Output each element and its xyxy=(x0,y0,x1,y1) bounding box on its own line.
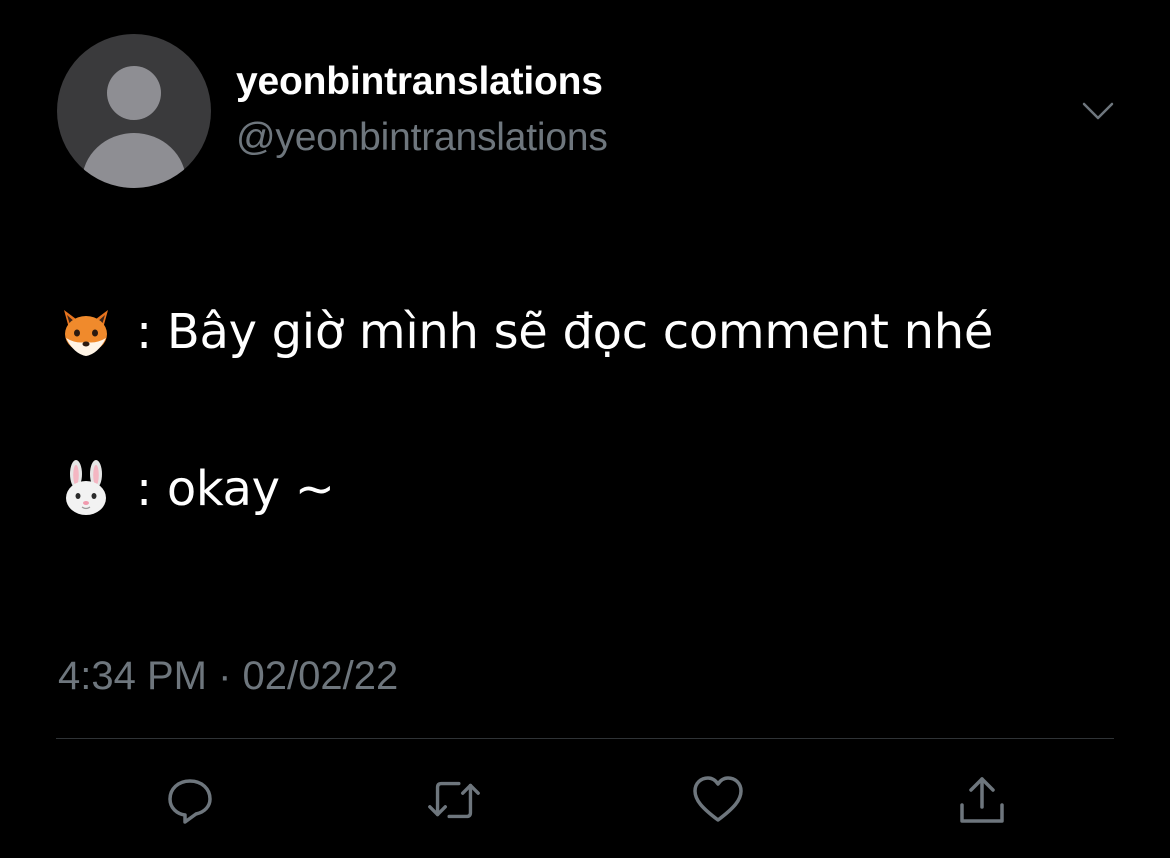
retweet-button[interactable] xyxy=(424,770,484,830)
share-icon xyxy=(960,777,1004,823)
tweet-line-text: : okay ~ xyxy=(136,461,335,517)
divider xyxy=(56,738,1114,739)
avatar[interactable] xyxy=(57,34,211,188)
tweet-timestamp[interactable]: 4:34 PM · 02/02/22 xyxy=(58,654,398,699)
heart-icon xyxy=(693,776,743,822)
reply-icon xyxy=(168,779,212,824)
retweet-icon xyxy=(428,781,480,819)
like-button[interactable] xyxy=(688,770,748,830)
chevron-down-icon xyxy=(1082,102,1114,120)
display-name[interactable]: yeonbintranslations xyxy=(236,60,603,104)
reply-button[interactable] xyxy=(160,770,220,830)
share-button[interactable] xyxy=(952,770,1012,830)
fox-emoji-icon xyxy=(64,310,108,356)
rabbit-emoji-icon xyxy=(66,460,106,515)
tweet-line: : Bây giờ mình sẽ đọc comment nhé xyxy=(56,302,993,362)
tweet-line-text: : Bây giờ mình sẽ đọc comment nhé xyxy=(136,304,994,360)
default-avatar-icon xyxy=(82,66,186,188)
tweet-line: : okay ~ xyxy=(56,459,335,519)
user-handle[interactable]: @yeonbintranslations xyxy=(236,116,608,160)
more-options-button[interactable] xyxy=(1078,96,1118,126)
